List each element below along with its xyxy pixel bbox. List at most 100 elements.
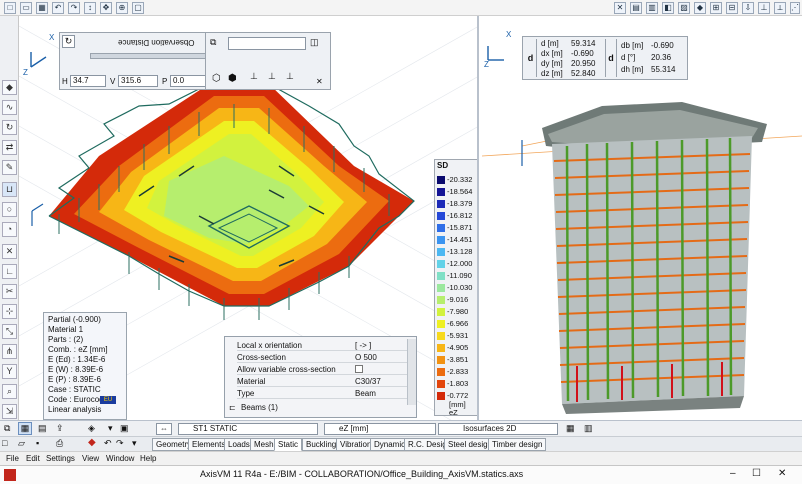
view-front-icon[interactable]: ▤ [630,2,642,14]
render-icon[interactable]: ◆ [694,2,706,14]
move-icon[interactable]: ✥ [100,2,112,14]
redo-btn-icon[interactable]: ↷ [116,438,124,449]
prop-row[interactable]: Cross-section O 500 [237,352,412,363]
view-persp-icon[interactable]: ◧ [662,2,674,14]
v-label: V [110,77,116,86]
section-icon[interactable]: ⊟ [726,2,738,14]
prop-row[interactable]: Local x orientation [ -> ] [237,340,412,351]
legend-icon[interactable]: ▥ [584,423,593,434]
left-viewport[interactable]: X Z ↻ Observation Distance H 34.7 V 315.… [19,16,479,420]
open-icon[interactable]: ▭ [20,2,32,14]
grid-icon[interactable]: ▦ [36,2,48,14]
menu-window[interactable]: Window [106,453,134,465]
fork-tool-icon[interactable]: Y [2,364,17,379]
angle-tool-icon[interactable]: ∟ [2,264,17,279]
line-tool-icon[interactable]: ∿ [2,100,17,115]
axes-yz-icon[interactable]: ⊥ [286,71,294,82]
history-icon[interactable]: ▾ [132,438,137,449]
print-icon[interactable]: ⎙ [56,438,63,449]
export-icon[interactable]: ⇪ [56,423,64,434]
new-file-icon[interactable]: □ [2,438,7,448]
maximize-button[interactable]: ☐ [752,468,761,479]
prop-row[interactable]: Allow variable cross-section [237,364,412,375]
view-dropdown[interactable] [228,37,306,50]
pencil-tool-icon[interactable]: ✎ [2,160,17,175]
layers-icon[interactable]: ⧉ [4,423,10,434]
zoom-icon[interactable]: ⊕ [116,2,128,14]
beam-icon: ⊏ [229,403,236,412]
axes-xy-icon[interactable]: ⊥ [250,71,258,82]
prop-value: Beam [355,389,376,398]
select-icon[interactable]: ▢ [132,2,144,14]
menu-help[interactable]: Help [140,453,156,465]
perspective-icon[interactable]: ⧉ [210,37,222,49]
new-icon[interactable]: □ [4,2,16,14]
tab-timber-design[interactable]: Timber design [488,438,547,451]
box-view-icon[interactable]: ⬢ [228,73,237,84]
menu-view[interactable]: View [82,453,99,465]
view-close-icon[interactable]: ✕ [316,77,323,86]
chart-icon[interactable]: ▤ [38,423,47,434]
arrow-icon[interactable]: ↕ [84,2,96,14]
view-top-icon[interactable]: ▨ [678,2,690,14]
tab-buckling[interactable]: Buckling [302,438,341,451]
support-icon[interactable]: ⊥ [758,2,770,14]
node-move-icon[interactable]: ⊹ [2,304,17,319]
properties-scrollbar[interactable] [407,339,416,405]
measure-icon[interactable]: ⟂ [774,2,786,14]
dimension-tool-icon[interactable]: ⇲ [2,404,17,419]
layer-stack-icon[interactable]: ◈ [88,423,95,434]
distance-slider[interactable] [90,53,215,59]
legend-row: -16.812 [437,210,477,222]
circle-tool-icon[interactable]: ○ [2,202,17,217]
extrude-tool-icon[interactable]: ⊔ [2,182,17,197]
view-x-icon[interactable]: ✕ [614,2,626,14]
search-tool-icon[interactable]: ⌕ [2,384,17,399]
redo-icon[interactable]: ↷ [68,2,80,14]
axes-xz-icon[interactable]: ⊥ [268,71,276,82]
undo-btn-icon[interactable]: ↶ [104,438,112,449]
menu-edit[interactable]: Edit [26,453,40,465]
branch-tool-icon[interactable]: ⋔ [2,344,17,359]
left-tool-strip: ◆ ∿ ↻ ⇄ ✎ ⊔ ○ ◔ ✕ ∟ ✂ ⊹ ⤡ ⋔ Y ⌕ ⇲ [0,16,19,420]
minimize-button[interactable]: – [730,468,736,479]
right-viewport[interactable]: X Z d d [m] 59.314 dx [m] -0.690 dy [m] … [482,16,802,420]
view-side-icon[interactable]: ▥ [646,2,658,14]
dropdown-icon[interactable]: ▾ [108,423,113,434]
cut-tool-icon[interactable]: ✂ [2,284,17,299]
table-icon[interactable]: ▦ [18,422,32,435]
info-line-4: E (Ed) : 1.34E-6 [48,355,106,364]
wire-icon[interactable]: ⊞ [710,2,722,14]
animation-icon[interactable]: ⇔ [156,423,172,435]
view-cube-icon[interactable]: ◫ [310,37,319,48]
intersect-tool-icon[interactable]: ✕ [2,244,17,259]
prop-row[interactable]: Material C30/37 [237,376,412,387]
mirror-tool-icon[interactable]: ⇄ [2,140,17,155]
p-input[interactable]: 0.0 [170,75,206,87]
load-case-select[interactable]: ST1 STATIC [178,423,318,435]
model-icon[interactable]: ◆ [88,437,96,448]
undo-icon[interactable]: ↶ [52,2,64,14]
menu-settings[interactable]: Settings [46,453,75,465]
tab-static[interactable]: Static [274,438,303,451]
v-input[interactable]: 315.6 [118,75,158,87]
close-button[interactable]: ✕ [778,468,786,479]
save-icon[interactable]: ▪ [36,438,39,448]
open-file-icon[interactable]: ▱ [18,438,25,449]
scale-tool-icon[interactable]: ⤡ [2,324,17,339]
display-icon[interactable]: ▣ [120,423,129,434]
iso-view-icon[interactable]: ⬡ [212,73,221,84]
variable-section-checkbox[interactable] [355,365,363,373]
node-tool-icon[interactable]: ◆ [2,80,17,95]
result-view-select[interactable]: Isosurfaces 2D [438,423,558,435]
camera-rotate-icon[interactable]: ↻ [62,35,75,48]
h-input[interactable]: 34.7 [70,75,106,87]
calc-icon[interactable]: ▦ [566,423,575,434]
rotate-tool-icon[interactable]: ↻ [2,120,17,135]
component-select[interactable]: eZ [mm] [324,423,436,435]
prop-row[interactable]: Type Beam [237,388,412,399]
load-icon[interactable]: ⇩ [742,2,754,14]
tool-icon[interactable]: ⋰ [790,2,800,14]
domain-tool-icon[interactable]: ◔ [2,222,17,237]
menu-file[interactable]: File [6,453,19,465]
